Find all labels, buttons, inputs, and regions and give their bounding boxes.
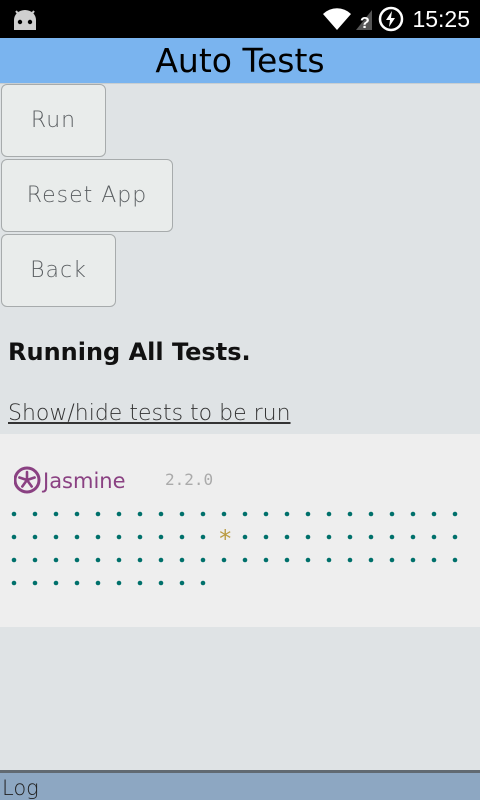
passed-spec-dot xyxy=(242,511,248,517)
page-title: Auto Tests xyxy=(155,41,325,80)
passed-spec-dot xyxy=(74,580,80,586)
log-bar[interactable]: Log xyxy=(0,770,480,800)
passed-spec-dot xyxy=(305,557,311,563)
passed-spec-dot xyxy=(74,511,80,517)
passed-spec-dot xyxy=(11,557,17,563)
passed-spec-dot xyxy=(95,557,101,563)
passed-spec-dot xyxy=(32,511,38,517)
back-button[interactable]: Back xyxy=(1,234,116,307)
passed-spec-dot xyxy=(410,557,416,563)
jasmine-logo: Jasmine xyxy=(14,466,126,494)
android-head-icon xyxy=(14,10,36,30)
passed-spec-dot xyxy=(452,534,458,540)
passed-spec-dot xyxy=(326,534,332,540)
passed-spec-dot xyxy=(305,534,311,540)
passed-spec-dot xyxy=(389,557,395,563)
passed-spec-dot xyxy=(179,511,185,517)
passed-spec-dot xyxy=(347,511,353,517)
passed-spec-dot xyxy=(158,534,164,540)
passed-spec-dot xyxy=(179,534,185,540)
passed-spec-dot xyxy=(11,580,17,586)
reset-app-button[interactable]: Reset App xyxy=(1,159,173,232)
jasmine-flower-icon xyxy=(14,466,41,494)
wifi-icon xyxy=(323,8,351,30)
passed-spec-dot xyxy=(410,534,416,540)
passed-spec-dot xyxy=(284,511,290,517)
show-hide-tests-link[interactable]: Show/hide tests to be run xyxy=(8,401,291,426)
passed-spec-dot xyxy=(284,557,290,563)
passed-spec-dot xyxy=(53,511,59,517)
passed-spec-dot xyxy=(158,511,164,517)
passed-spec-dot xyxy=(95,511,101,517)
clock-time: 15:25 xyxy=(412,6,470,32)
passed-spec-dot xyxy=(263,557,269,563)
passed-spec-dot xyxy=(116,534,122,540)
passed-spec-dot xyxy=(137,511,143,517)
passed-spec-dot xyxy=(452,557,458,563)
passed-spec-dot xyxy=(305,511,311,517)
test-status-heading: Running All Tests. xyxy=(8,338,251,366)
passed-spec-dot xyxy=(116,557,122,563)
run-button[interactable]: Run xyxy=(1,84,106,157)
passed-spec-dot xyxy=(32,580,38,586)
app-title-bar: Auto Tests xyxy=(0,38,480,84)
passed-spec-dot xyxy=(326,557,332,563)
passed-spec-dot xyxy=(95,534,101,540)
passed-spec-dot xyxy=(11,534,17,540)
spec-results-dots: * xyxy=(11,511,458,586)
passed-spec-dot xyxy=(368,511,374,517)
system-status-bar: ? 15:25 xyxy=(0,0,480,38)
passed-spec-dot xyxy=(221,557,227,563)
passed-spec-dot xyxy=(200,534,206,540)
passed-spec-dot xyxy=(368,557,374,563)
passed-spec-dot xyxy=(347,557,353,563)
passed-spec-dot xyxy=(179,557,185,563)
passed-spec-dot xyxy=(74,557,80,563)
passed-spec-dot xyxy=(32,557,38,563)
passed-spec-dot xyxy=(221,511,227,517)
passed-spec-dot xyxy=(410,511,416,517)
passed-spec-dot xyxy=(95,580,101,586)
passed-spec-dot xyxy=(452,511,458,517)
passed-spec-dot xyxy=(11,511,17,517)
passed-spec-dot xyxy=(200,580,206,586)
passed-spec-dot xyxy=(158,580,164,586)
passed-spec-dot xyxy=(368,534,374,540)
passed-spec-dot xyxy=(242,534,248,540)
passed-spec-dot xyxy=(53,580,59,586)
passed-spec-dot xyxy=(32,534,38,540)
signal-no-sim-icon: ? xyxy=(356,10,372,32)
passed-spec-dot xyxy=(263,534,269,540)
svg-text:?: ? xyxy=(360,15,370,32)
passed-spec-dot xyxy=(431,511,437,517)
passed-spec-dot xyxy=(53,534,59,540)
passed-spec-dot xyxy=(53,557,59,563)
passed-spec-dot xyxy=(116,511,122,517)
passed-spec-dot xyxy=(389,511,395,517)
passed-spec-dot xyxy=(431,557,437,563)
passed-spec-dot xyxy=(158,557,164,563)
passed-spec-dot xyxy=(242,557,248,563)
jasmine-reporter-panel: Jasmine 2.2.0 * xyxy=(0,434,480,627)
passed-spec-dot xyxy=(137,580,143,586)
passed-spec-dot xyxy=(326,511,332,517)
passed-spec-dot xyxy=(179,580,185,586)
passed-spec-dot xyxy=(347,534,353,540)
passed-spec-dot xyxy=(116,580,122,586)
passed-spec-dot xyxy=(200,511,206,517)
jasmine-version: 2.2.0 xyxy=(165,470,214,489)
jasmine-wordmark: Jasmine xyxy=(41,469,126,493)
passed-spec-dot xyxy=(389,534,395,540)
passed-spec-dot xyxy=(137,557,143,563)
battery-charging-icon xyxy=(378,6,404,32)
passed-spec-dot xyxy=(431,534,437,540)
passed-spec-dot xyxy=(200,557,206,563)
passed-spec-dot xyxy=(137,534,143,540)
pending-spec-star: * xyxy=(218,525,232,553)
passed-spec-dot xyxy=(284,534,290,540)
passed-spec-dot xyxy=(74,534,80,540)
passed-spec-dot xyxy=(263,511,269,517)
log-label: Log xyxy=(2,776,39,800)
